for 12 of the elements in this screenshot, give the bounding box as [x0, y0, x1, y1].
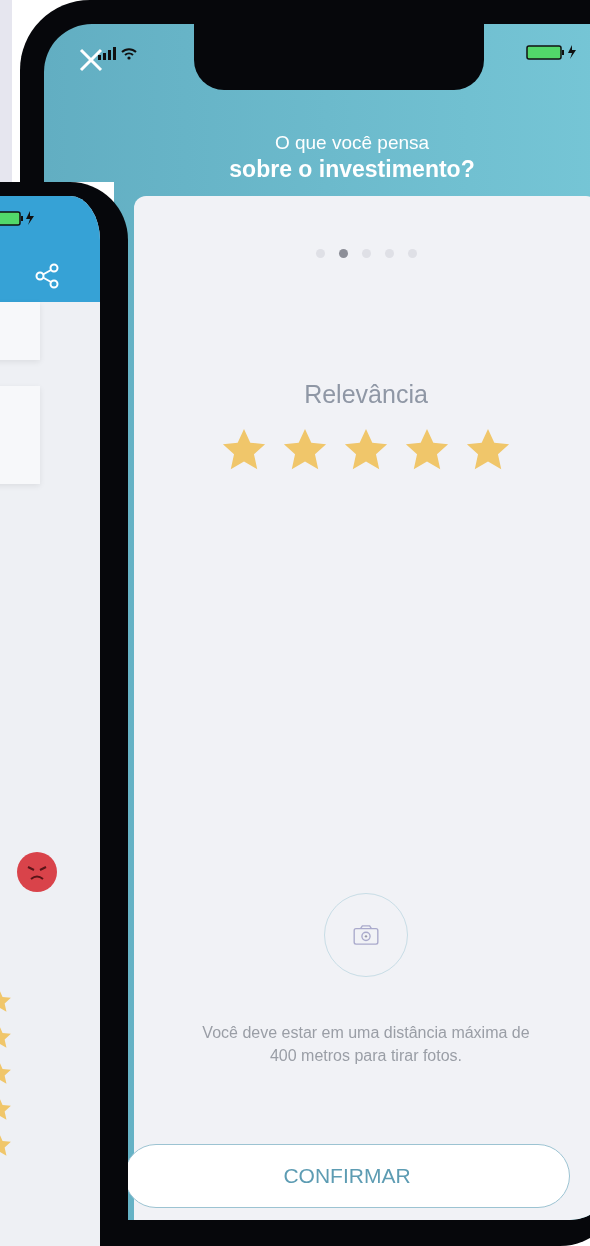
distance-note: Você deve estar em uma distância máxima de 400 metros para tirar fotos. [201, 1023, 531, 1067]
angry-face-icon [17, 852, 57, 892]
battery-icon [526, 44, 578, 60]
share-icon[interactable] [34, 263, 60, 289]
rating-label: Relevância [304, 380, 428, 409]
close-icon[interactable] [78, 47, 104, 73]
camera-icon [353, 925, 379, 945]
pager-dot[interactable] [338, 249, 348, 258]
title-text: O que você pensa [273, 132, 431, 154]
battery-icon [0, 210, 36, 226]
title-heading: sobre o investimento? [228, 156, 476, 183]
signal-icon [98, 47, 138, 61]
